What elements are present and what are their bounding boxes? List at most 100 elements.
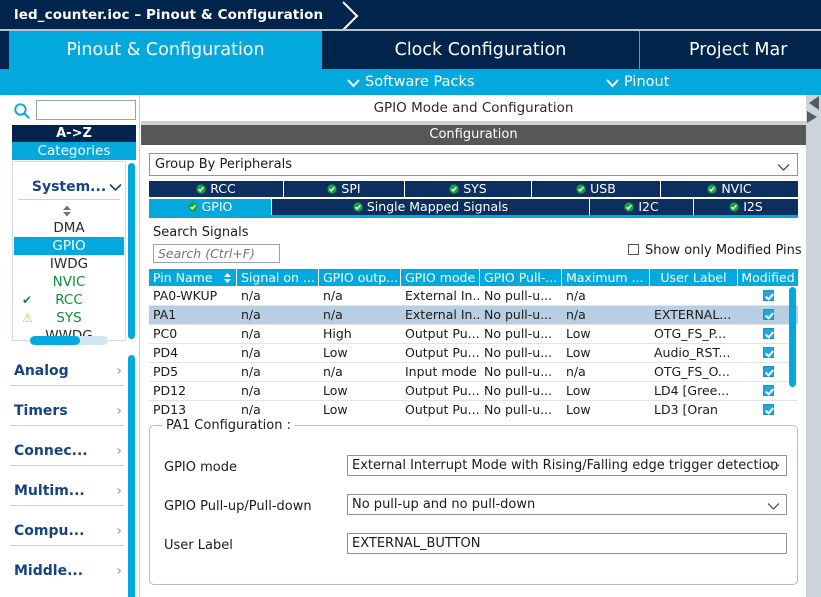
chevron-down-icon (777, 158, 790, 179)
sidebar-group-rule (18, 199, 120, 200)
checkbox-checked-icon (762, 290, 774, 301)
sidebar-section-timers[interactable]: Timers › (10, 395, 128, 433)
cell-pull: No pull-u... (484, 307, 553, 322)
chevron-right-icon: › (116, 523, 122, 539)
sidebar-item-dma-label: DMA (53, 220, 85, 236)
column-header-pin-name[interactable]: Pin Name (149, 269, 237, 286)
peripheral-tab-i2s-label: I2S (743, 199, 763, 214)
peripheral-tab-nvic[interactable]: NVIC (661, 181, 798, 197)
sort-updown-icon[interactable] (60, 203, 74, 217)
sidebar-vertical-scrollbar[interactable] (128, 355, 135, 597)
peripheral-tab-sys-label: SYS (463, 181, 487, 196)
tab-project-manager[interactable]: Project Mar (639, 31, 821, 69)
table-row[interactable]: PD13 n/a Low Output Pu... No pull-u... L… (149, 401, 798, 419)
check-circle-icon (449, 182, 459, 194)
chevron-right-icon: › (116, 443, 122, 459)
peripheral-tab-i2s[interactable]: I2S (694, 199, 798, 215)
divider (10, 425, 124, 426)
search-signals-input[interactable] (153, 244, 280, 263)
checkbox-checked-icon (762, 309, 774, 320)
check-circle-icon (353, 200, 363, 212)
sidebar-item-sys[interactable]: ⚠ SYS (14, 309, 124, 327)
sidebar-section-computing[interactable]: Compu... › (10, 515, 128, 553)
panel-collapse-arrows[interactable] (806, 95, 820, 125)
column-header-modified[interactable]: Modified (738, 269, 798, 286)
column-header-maximum-speed[interactable]: Maximum ... (562, 269, 650, 286)
table-row[interactable]: PC0 n/a High Output Pu... No pull-u... L… (149, 325, 798, 344)
gpio-pullup-pulldown-select[interactable]: No pull-up and no pull-down (347, 494, 787, 515)
cell-speed: Low (566, 345, 591, 360)
pin-table-vertical-scrollbar[interactable] (789, 287, 796, 387)
divider (10, 505, 124, 506)
sidebar-list-horizontal-scrollbar[interactable] (30, 336, 108, 345)
sidebar-item-iwdg[interactable]: IWDG (14, 255, 124, 273)
cell-mode: External In... (405, 307, 480, 322)
peripheral-tab-i2c[interactable]: I2C (590, 199, 694, 215)
sidebar-section-analog[interactable]: Analog › (10, 355, 128, 393)
table-row[interactable]: PD12 n/a Low Output Pu... No pull-u... L… (149, 382, 798, 401)
checkbox-checked-icon (762, 385, 774, 396)
column-header-signal-on[interactable]: Signal on ... (237, 269, 319, 286)
table-row[interactable]: PD4 n/a Low Output Pu... No pull-u... Lo… (149, 344, 798, 363)
cell-signal: n/a (241, 383, 261, 398)
table-row[interactable]: PD5 n/a n/a Input mode No pull-u... n/a … (149, 363, 798, 382)
peripheral-tab-sys[interactable]: SYS (405, 181, 532, 197)
sidebar-section-middleware[interactable]: Middle... › (10, 555, 128, 593)
tab-clock-configuration[interactable]: Clock Configuration (322, 31, 639, 69)
sidebar-section-multimedia[interactable]: Multim... › (10, 475, 128, 513)
sidebar-group-system[interactable]: System... (18, 176, 122, 198)
search-icon (13, 102, 31, 120)
sidebar-item-nvic[interactable]: NVIC (14, 273, 124, 291)
cell-user-label: OTG_FS_O... (654, 364, 730, 379)
sidebar-list-vertical-scrollbar[interactable] (128, 163, 135, 339)
user-label-input[interactable]: EXTERNAL_BUTTON (347, 533, 787, 554)
check-circle-icon (188, 200, 198, 212)
sidebar-search-input[interactable] (36, 100, 136, 120)
divider (10, 385, 124, 386)
cell-pull: No pull-u... (484, 345, 553, 360)
sidebar-section-analog-label: Analog (14, 363, 69, 379)
gpio-configuration-panel: GPIO Mode and Configuration Configuratio… (141, 95, 821, 597)
column-header-gpio-output[interactable]: GPIO outp... (319, 269, 401, 286)
gpio-mode-select[interactable]: External Interrupt Mode with Rising/Fall… (347, 455, 787, 476)
menu-pinout[interactable]: Pinout (606, 69, 669, 95)
sidebar-item-rcc[interactable]: ✔ RCC (14, 291, 124, 309)
sidebar-view-az[interactable]: A->Z (12, 125, 136, 142)
sidebar-item-dma[interactable]: DMA (14, 219, 124, 237)
divider (10, 465, 124, 466)
checkbox-checked-icon (762, 347, 774, 358)
column-header-user-label[interactable]: User Label (650, 269, 738, 286)
check-icon: ✔ (22, 293, 33, 307)
peripheral-tab-gpio[interactable]: GPIO (149, 199, 272, 215)
peripheral-tab-usb[interactable]: USB (532, 181, 661, 197)
show-only-modified-pins-checkbox[interactable]: Show only Modified Pins (628, 243, 802, 258)
chevron-right-icon: › (116, 403, 122, 419)
title-bar: led_counter.ioc – Pinout & Configuration (0, 0, 821, 31)
peripheral-tab-spi[interactable]: SPI (284, 181, 405, 197)
sidebar-item-gpio[interactable]: GPIO (14, 237, 124, 255)
cell-mode: Output Pu... (405, 326, 480, 341)
sidebar-item-gpio-label: GPIO (52, 238, 86, 254)
sidebar-item-nvic-label: NVIC (52, 274, 86, 290)
cell-signal: n/a (241, 307, 261, 322)
table-row[interactable]: PA0-WKUP n/a n/a External In... No pull-… (149, 287, 798, 306)
sort-updown-icon (223, 271, 232, 286)
show-only-modified-pins-label: Show only Modified Pins (645, 243, 802, 258)
sidebar-view-categories[interactable]: Categories (12, 142, 136, 160)
group-by-select[interactable]: Group By Peripherals (149, 153, 798, 176)
check-circle-icon (624, 200, 634, 212)
column-header-gpio-mode[interactable]: GPIO mode (401, 269, 480, 286)
group-by-value: Group By Peripherals (155, 157, 292, 172)
sidebar-section-computing-label: Compu... (14, 523, 85, 539)
peripheral-tab-single-mapped-signals[interactable]: Single Mapped Signals (272, 199, 590, 215)
sidebar-section-connectivity[interactable]: Connec... › (10, 435, 128, 473)
peripheral-tab-rcc[interactable]: RCC (149, 181, 284, 197)
menu-software-packs[interactable]: Software Packs (347, 69, 474, 95)
table-row[interactable]: PA1 n/a n/a External In... No pull-u... … (149, 306, 798, 325)
cell-pull: No pull-u... (484, 326, 553, 341)
tab-pinout-configuration[interactable]: Pinout & Configuration (9, 31, 322, 69)
checkbox-checked-icon (762, 366, 774, 377)
chevron-down-icon (767, 498, 780, 514)
cell-output: n/a (323, 364, 343, 379)
column-header-gpio-pull[interactable]: GPIO Pull-... (480, 269, 562, 286)
